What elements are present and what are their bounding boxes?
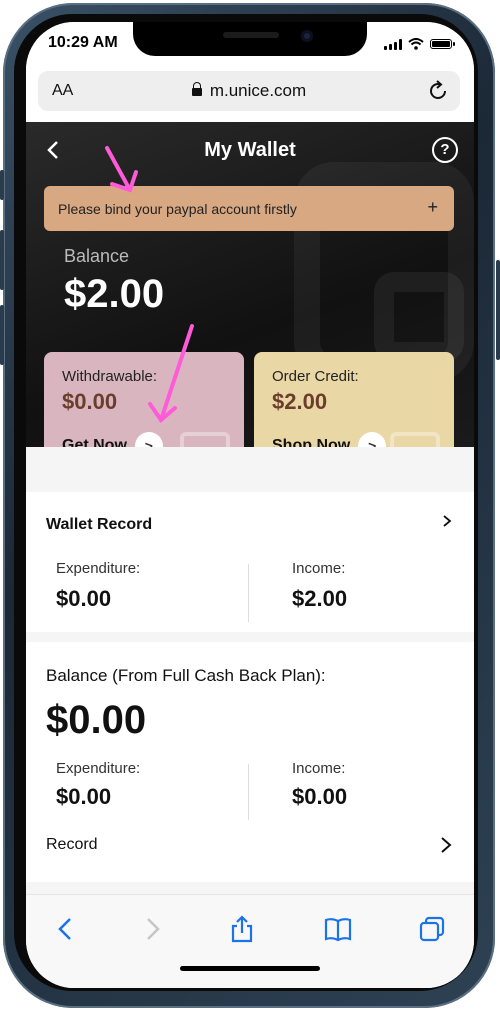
cash-back-income-value: $0.00	[292, 784, 348, 809]
withdrawable-card: Withdrawable: $0.00 Get Now >	[44, 352, 244, 447]
phone-screen: 10:29 AM AA m.unice.com My Wallet ? Plea…	[26, 22, 474, 988]
help-icon[interactable]: ?	[432, 137, 458, 163]
bookmarks-icon[interactable]	[322, 913, 354, 945]
camera	[301, 30, 313, 42]
cash-back-section: Balance (From Full Cash Back Plan): $0.0…	[26, 642, 474, 882]
power-button	[496, 260, 500, 360]
status-bar: 10:29 AM	[26, 22, 474, 66]
address-bar[interactable]: AA m.unice.com	[38, 71, 460, 111]
page-title: My Wallet	[204, 139, 296, 161]
column-divider	[248, 764, 249, 820]
chevron-right-icon[interactable]	[438, 836, 454, 854]
order-credit-card: Order Credit: $2.00 Shop Now >	[254, 352, 454, 447]
cash-back-expenditure-value: $0.00	[56, 784, 112, 809]
withdrawable-label: Withdrawable:	[62, 368, 158, 385]
notch	[133, 22, 367, 56]
plus-icon[interactable]: +	[427, 197, 438, 218]
url-text: m.unice.com	[209, 81, 307, 100]
balance-label: Balance	[64, 246, 130, 266]
income-label: Income:	[292, 560, 346, 577]
chevron-right-icon[interactable]: >	[134, 432, 163, 447]
expenditure-value: $0.00	[56, 586, 112, 611]
balance-value: $2.00	[64, 272, 165, 316]
shopping-bag-icon	[390, 432, 440, 447]
column-divider	[248, 564, 249, 622]
wallet-decoration-inner	[374, 272, 464, 362]
withdrawable-value: $0.00	[62, 389, 118, 414]
wallet-header: My Wallet ? Please bind your paypal acco…	[26, 122, 474, 447]
wallet-record-title: Wallet Record	[46, 516, 153, 533]
speaker	[223, 32, 279, 38]
wifi-icon	[408, 38, 424, 50]
coupon-icon	[180, 432, 230, 447]
signal-icon	[384, 38, 402, 50]
chevron-right-icon[interactable]: >	[358, 432, 387, 447]
bind-paypal-banner[interactable]: Please bind your paypal account firstly …	[44, 186, 454, 231]
browser-toolbar	[26, 894, 474, 988]
forward-icon[interactable]	[136, 913, 168, 945]
cash-back-expenditure-label: Expenditure:	[56, 760, 141, 777]
order-credit-value: $2.00	[272, 389, 328, 414]
tabs-icon[interactable]	[416, 913, 448, 945]
status-icons	[384, 38, 455, 50]
cash-back-title: Balance (From Full Cash Back Plan):	[46, 666, 326, 685]
wallet-record-section[interactable]: Wallet Record Expenditure: $0.00 Income:…	[26, 492, 474, 632]
volume-up-button	[0, 230, 4, 290]
reload-icon[interactable]	[426, 79, 450, 103]
status-time: 10:29 AM	[48, 34, 118, 51]
shop-now-button[interactable]: Shop Now >	[272, 432, 387, 447]
expenditure-label: Expenditure:	[56, 560, 141, 577]
get-now-button[interactable]: Get Now >	[62, 432, 163, 447]
get-now-label: Get Now	[62, 437, 127, 447]
home-indicator	[180, 966, 320, 971]
volume-down-button	[0, 305, 4, 365]
cash-back-value: $0.00	[46, 698, 147, 742]
url-display[interactable]: m.unice.com	[38, 81, 460, 101]
browser-address-area: AA m.unice.com	[26, 66, 474, 122]
income-value: $2.00	[292, 586, 348, 611]
bind-paypal-text: Please bind your paypal account firstly	[58, 200, 297, 217]
lock-icon	[191, 82, 202, 96]
record-link[interactable]: Record	[46, 836, 98, 854]
shop-now-label: Shop Now	[272, 437, 351, 447]
chevron-right-icon[interactable]	[440, 514, 454, 528]
mute-switch	[0, 170, 4, 200]
battery-icon	[430, 39, 455, 49]
share-icon[interactable]	[226, 913, 258, 945]
order-credit-label: Order Credit:	[272, 368, 359, 385]
cash-back-income-label: Income:	[292, 760, 346, 777]
back-icon[interactable]	[50, 913, 82, 945]
